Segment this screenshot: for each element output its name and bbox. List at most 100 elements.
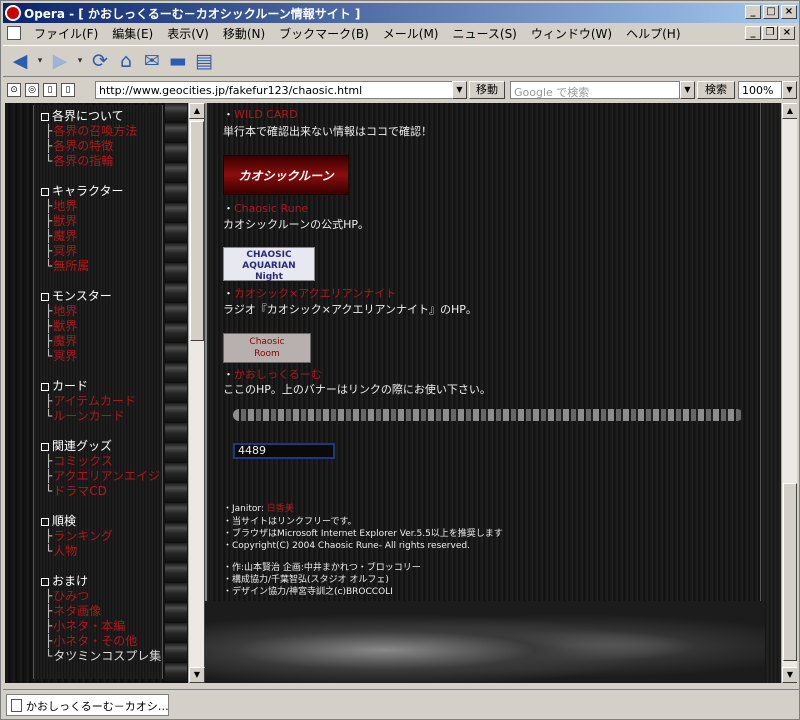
janitor-link[interactable]: 日香美: [267, 504, 294, 514]
checkbox-icon: [41, 382, 49, 391]
nav-link[interactable]: 魔界: [41, 334, 191, 349]
nav-link[interactable]: タツミンコスプレ集: [41, 649, 191, 664]
nav-section-title: 関連グッズ: [52, 439, 113, 453]
chaosic-rune-banner[interactable]: カオシックルーン: [223, 155, 349, 195]
scroll-up-icon[interactable]: ▲: [189, 103, 205, 119]
menu-help[interactable]: ヘルプ(H): [619, 25, 687, 42]
menu-file[interactable]: ファイル(F): [27, 25, 105, 42]
hotlist-icon[interactable]: ✉: [141, 50, 163, 72]
maximize-button[interactable]: □: [763, 5, 779, 19]
security-icon[interactable]: ⊙: [7, 83, 21, 97]
status-bar: かおしっくるーむ－カオシ…: [3, 689, 799, 719]
back-icon[interactable]: ◀: [9, 50, 31, 72]
nav-link[interactable]: 小ネタ・その他: [41, 634, 191, 649]
nav-link[interactable]: 地界: [41, 199, 191, 214]
menu-bookmarks[interactable]: ブックマーク(B): [272, 25, 376, 42]
aquarian-night-link[interactable]: カオシック×アクエリアンナイト: [234, 287, 396, 300]
mdi-restore-button[interactable]: ❐: [762, 26, 778, 40]
menu-bar: ファイル(F) 編集(E) 表示(V) 移動(N) ブックマーク(B) メール(…: [3, 23, 799, 43]
scroll-down-icon[interactable]: ▼: [782, 667, 797, 683]
cookie-icon[interactable]: ◎: [25, 83, 39, 97]
nav-menu: 各界について 各界の召喚方法 各界の特徴 各界の指輪 キャラクター 地界 獣界 …: [41, 109, 191, 679]
content-panel: ・WILD CARD 単行本で確認出来ない情報はココで確認！ カオシックルーン …: [211, 103, 761, 605]
close-button[interactable]: ×: [781, 5, 797, 19]
url-dropdown-icon[interactable]: ▼: [452, 81, 467, 99]
zoom-dropdown-icon[interactable]: ▼: [782, 81, 797, 99]
nav-link[interactable]: ひみつ: [41, 589, 191, 604]
banner-text: Night: [255, 272, 283, 282]
menu-window[interactable]: ウィンドウ(W): [524, 25, 619, 42]
nav-link[interactable]: 無所属: [41, 259, 191, 274]
reload-icon[interactable]: ⟳: [89, 50, 111, 72]
content-scroll-thumb[interactable]: [783, 483, 797, 661]
nav-link[interactable]: ルーンカード: [41, 409, 191, 424]
chaosic-room-banner[interactable]: Chaosic Room: [223, 333, 311, 363]
nav-section-ranking: 順検 ランキング 人物: [41, 514, 191, 559]
nav-link[interactable]: 獣界: [41, 214, 191, 229]
description-text: 単行本で確認出来ない情報はココで確認！: [223, 125, 432, 138]
page-icon: [11, 699, 22, 712]
forward-history-icon[interactable]: ▾: [75, 50, 85, 72]
title-bar: Opera - [ かおしっくるーむ－カオシックルーン情報サイト ] _ □ ×: [3, 3, 799, 23]
aquarian-night-banner[interactable]: CHAOSIC AQUARIAN Night: [223, 247, 315, 282]
copy-icon[interactable]: ▯: [61, 83, 75, 97]
nav-link[interactable]: アクエリアンエイジ: [41, 469, 191, 484]
print-icon[interactable]: ▬: [167, 50, 189, 72]
notes-icon[interactable]: ▤: [193, 50, 215, 72]
nav-link[interactable]: 人物: [41, 544, 191, 559]
document-icon[interactable]: ▯: [43, 83, 57, 97]
nav-scrollbar[interactable]: ▲ ▼: [188, 103, 205, 683]
checkbox-icon: [41, 187, 49, 196]
menu-edit[interactable]: 編集(E): [105, 25, 160, 42]
search-input[interactable]: Google で検索: [510, 81, 680, 99]
banner-text: カオシックルーン: [238, 168, 334, 183]
scroll-up-icon[interactable]: ▲: [782, 103, 797, 119]
nav-link[interactable]: アイテムカード: [41, 394, 191, 409]
nav-link[interactable]: 地界: [41, 304, 191, 319]
footer-text: ・Copyright(C) 2004 Chaosic Rune- All rig…: [223, 541, 470, 551]
nav-link[interactable]: コミックス: [41, 454, 191, 469]
nav-link[interactable]: 魔界: [41, 229, 191, 244]
chaosic-rune-link[interactable]: Chaosic Rune: [234, 202, 308, 215]
mdi-minimize-button[interactable]: _: [745, 26, 761, 40]
nav-link[interactable]: ドラマCD: [41, 484, 191, 499]
menu-view[interactable]: 表示(V): [160, 25, 216, 42]
checkbox-icon: [41, 442, 49, 451]
nav-link[interactable]: 冥界: [41, 244, 191, 259]
nav-link[interactable]: 各界の特徴: [41, 139, 191, 154]
menu-navigate[interactable]: 移動(N): [216, 25, 272, 42]
content-scrollbar[interactable]: ▲ ▼: [781, 103, 797, 683]
page-tab[interactable]: かおしっくるーむ－カオシ…: [6, 694, 169, 716]
nav-section-title: 順検: [52, 514, 77, 528]
go-button[interactable]: 移動: [469, 81, 505, 99]
search-button[interactable]: 検索: [697, 81, 735, 99]
nav-scroll-thumb[interactable]: [190, 121, 204, 341]
nav-section-extras: おまけ ひみつ ネタ画像 小ネタ・本編 小ネタ・その他 タツミンコスプレ集: [41, 574, 191, 664]
nav-link[interactable]: ネタ画像: [41, 604, 191, 619]
url-input[interactable]: http://www.geocities.jp/fakefur123/chaos…: [95, 81, 467, 99]
scroll-down-icon[interactable]: ▼: [189, 667, 205, 683]
nav-link[interactable]: 冥界: [41, 349, 191, 364]
nav-section-worlds: 各界について 各界の召喚方法 各界の特徴 各界の指輪: [41, 109, 191, 169]
nav-link[interactable]: 小ネタ・本編: [41, 619, 191, 634]
back-history-icon[interactable]: ▾: [35, 50, 45, 72]
nav-section-title: おまけ: [52, 574, 89, 588]
wild-card-link[interactable]: WILD CARD: [234, 108, 298, 121]
menu-news[interactable]: ニュース(S): [445, 25, 523, 42]
forward-icon[interactable]: ▶: [49, 50, 71, 72]
spine-artwork: [205, 601, 765, 683]
nav-section-title: 各界について: [52, 109, 124, 123]
nav-section-cards: カード アイテムカード ルーンカード: [41, 379, 191, 424]
chaosic-room-link[interactable]: かおしっくるーむ: [234, 368, 322, 381]
home-icon[interactable]: ⌂: [115, 50, 137, 72]
minimize-button[interactable]: _: [745, 5, 761, 19]
nav-link[interactable]: 各界の指輪: [41, 154, 191, 169]
menu-mail[interactable]: メール(M): [376, 25, 446, 42]
nav-link[interactable]: 獣界: [41, 319, 191, 334]
checkbox-icon: [41, 577, 49, 586]
mdi-close-button[interactable]: ×: [779, 26, 795, 40]
nav-link[interactable]: ランキング: [41, 529, 191, 544]
nav-link[interactable]: 各界の召喚方法: [41, 124, 191, 139]
search-dropdown-icon[interactable]: ▼: [680, 81, 695, 99]
zoom-select[interactable]: 100%: [738, 81, 782, 99]
